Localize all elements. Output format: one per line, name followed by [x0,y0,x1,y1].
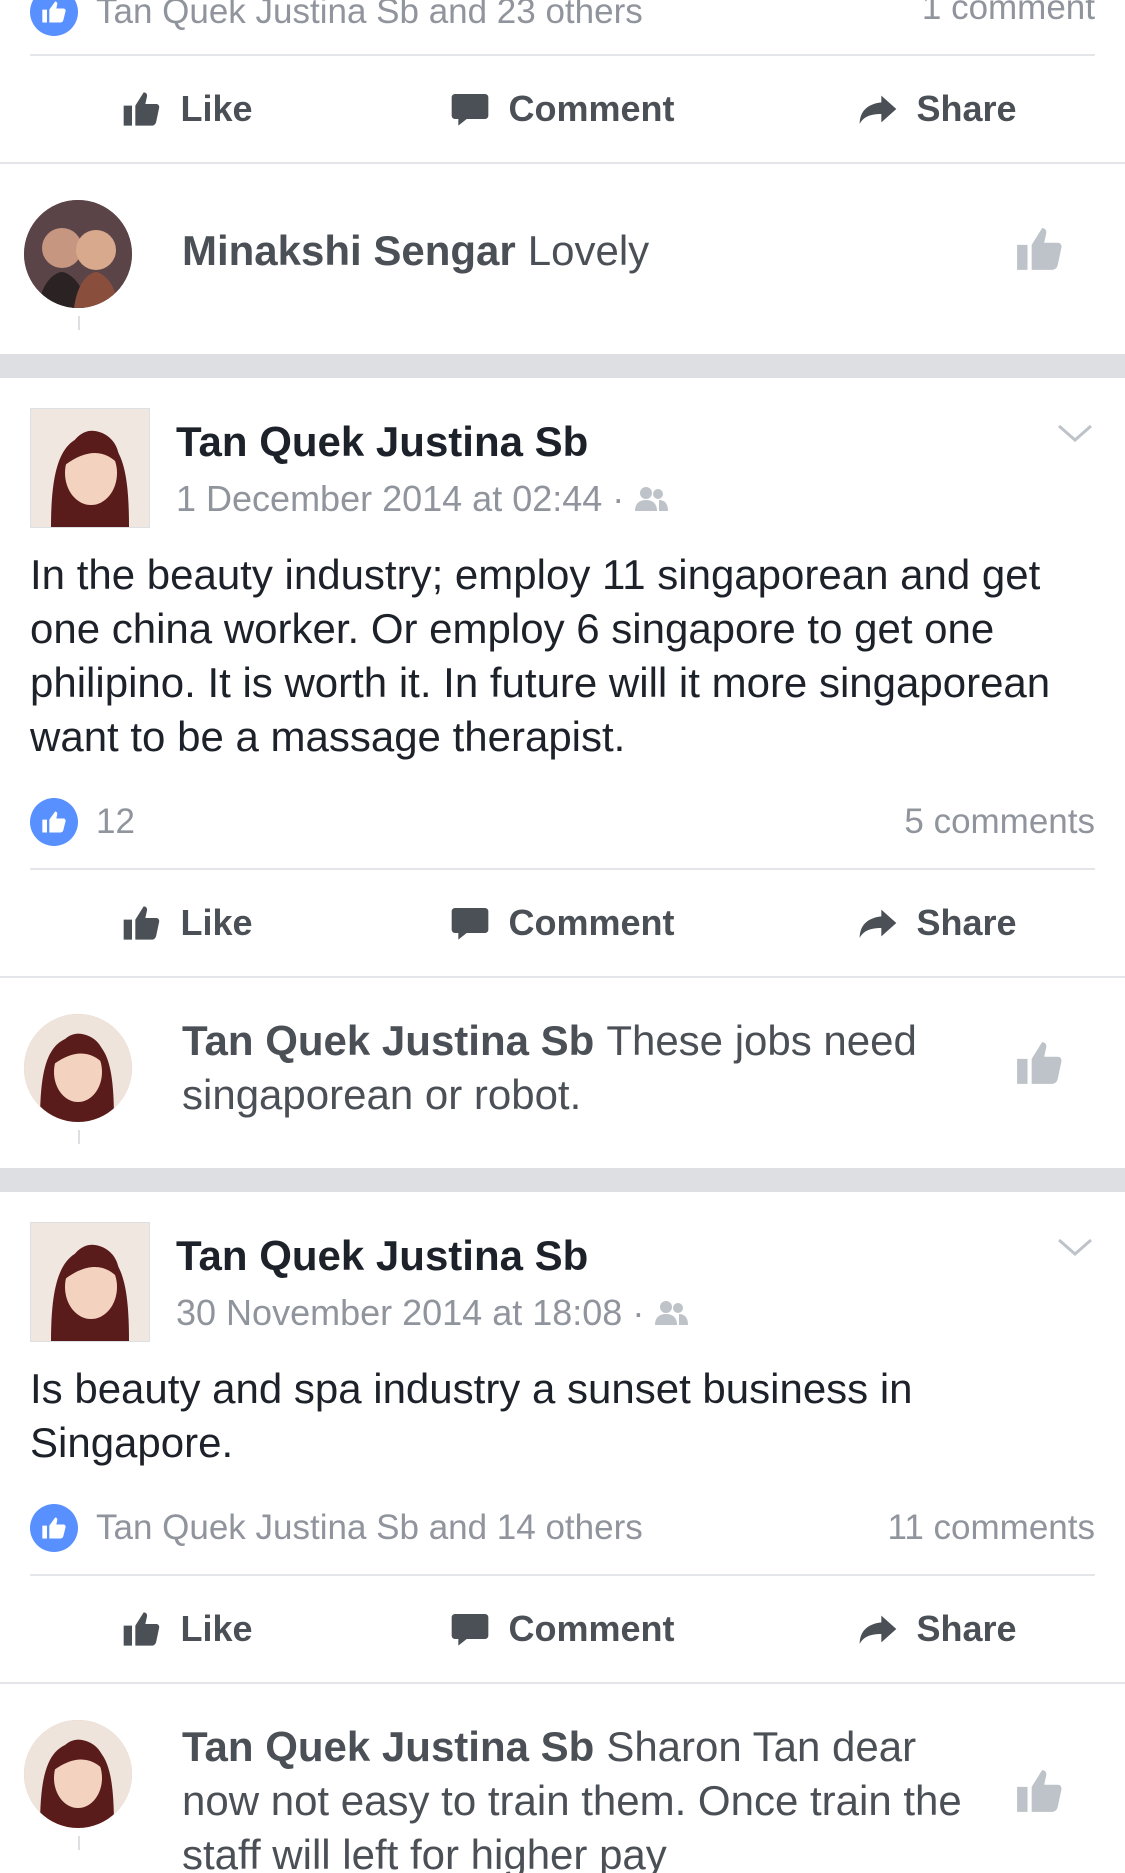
speech-bubble-icon [452,94,489,126]
share-label: Share [916,902,1017,943]
post-header: Tan Quek Justina Sb 1 December 2014 at 0… [0,378,1125,528]
thumbs-up-icon [124,1612,160,1646]
share-label: Share [916,88,1017,129]
speech-bubble-icon [452,1614,489,1646]
comments-count[interactable]: 5 comments [904,802,1095,842]
post-author[interactable]: Tan Quek Justina Sb [176,418,588,466]
post-stats: Tan Quek Justina Sb and 14 others 11 com… [30,1482,1095,1576]
comment-like-icon[interactable] [1015,224,1065,274]
share-button[interactable]: Share [750,88,1125,130]
feed: Tan Quek Justina Sb and 23 others 1 comm… [0,0,1125,1873]
friends-icon [635,487,669,511]
comment: Tan Quek Justina Sb These jobs need singa… [0,978,1125,1168]
comment-button[interactable]: Comment [375,902,750,944]
comment: Tan Quek Justina Sb Sharon Tan dear now n… [0,1684,1125,1873]
chevron-down-icon[interactable] [1055,1232,1095,1262]
thumbs-up-icon [124,92,160,126]
post-timestamp[interactable]: 1 December 2014 at 02:44 [176,478,602,520]
author-avatar[interactable] [30,1222,150,1342]
likes-count[interactable]: Tan Quek Justina Sb and 23 others [96,0,643,32]
like-badge-icon [30,1504,78,1552]
action-bar: Like Comment Share [0,870,1125,978]
commenter-name[interactable]: Minakshi Sengar [182,227,516,274]
post-body: Is beauty and spa industry a sunset busi… [30,1365,913,1466]
commenter-name[interactable]: Tan Quek Justina Sb [182,1017,594,1064]
likes-count[interactable]: 12 [96,802,135,842]
avatar[interactable] [24,1014,132,1122]
comment: Minakshi Sengar Lovely [0,164,1125,354]
post-author[interactable]: Tan Quek Justina Sb [176,1232,588,1280]
comment-label: Comment [508,1608,675,1649]
share-button[interactable]: Share [750,902,1125,944]
post-header: Tan Quek Justina Sb 30 November 2014 at … [0,1192,1125,1342]
like-label: Like [180,88,253,129]
comment-like-icon[interactable] [1015,1038,1065,1088]
author-avatar[interactable] [30,408,150,528]
like-badge-icon [30,798,78,846]
share-arrow-icon [860,1615,897,1644]
meta-separator: · [632,1292,645,1333]
action-bar: Like Comment Share [0,56,1125,164]
action-bar: Like Comment Share [0,1576,1125,1684]
chevron-down-icon[interactable] [1055,418,1095,448]
friends-icon [655,1301,689,1325]
share-label: Share [916,1608,1017,1649]
like-button[interactable]: Like [0,1608,375,1650]
avatar[interactable] [24,200,132,308]
post-timestamp[interactable]: 30 November 2014 at 18:08 [176,1292,622,1334]
post-meta: 1 December 2014 at 02:44 · [176,478,669,520]
comment-like-icon[interactable] [1015,1766,1065,1816]
like-label: Like [180,902,253,943]
comment-label: Comment [508,902,675,943]
meta-separator: · [612,478,625,519]
section-divider [0,1168,1125,1192]
post-stats: Tan Quek Justina Sb and 23 others 1 comm… [30,0,1095,56]
avatar[interactable] [24,1720,132,1828]
commenter-name[interactable]: Tan Quek Justina Sb [182,1723,594,1770]
post-meta: 30 November 2014 at 18:08 · [176,1292,689,1334]
comments-count[interactable]: 11 comments [888,1508,1096,1548]
like-label: Like [180,1608,253,1649]
section-divider [0,354,1125,378]
comment-label: Comment [508,88,675,129]
like-badge-icon [30,0,78,36]
share-button[interactable]: Share [750,1608,1125,1650]
like-button[interactable]: Like [0,902,375,944]
comment-button[interactable]: Comment [375,88,750,130]
likes-count[interactable]: Tan Quek Justina Sb and 14 others [96,1508,643,1548]
comment-button[interactable]: Comment [375,1608,750,1650]
comment-text: Lovely [527,227,650,274]
thumbs-up-icon [124,906,160,940]
post-body: In the beauty industry; employ 11 singap… [30,551,1051,760]
speech-bubble-icon [452,908,489,940]
share-arrow-icon [860,909,897,938]
comments-count[interactable]: 1 comment [922,0,1095,28]
post-stats: 12 5 comments [30,776,1095,870]
like-button[interactable]: Like [0,88,375,130]
share-arrow-icon [860,95,897,124]
